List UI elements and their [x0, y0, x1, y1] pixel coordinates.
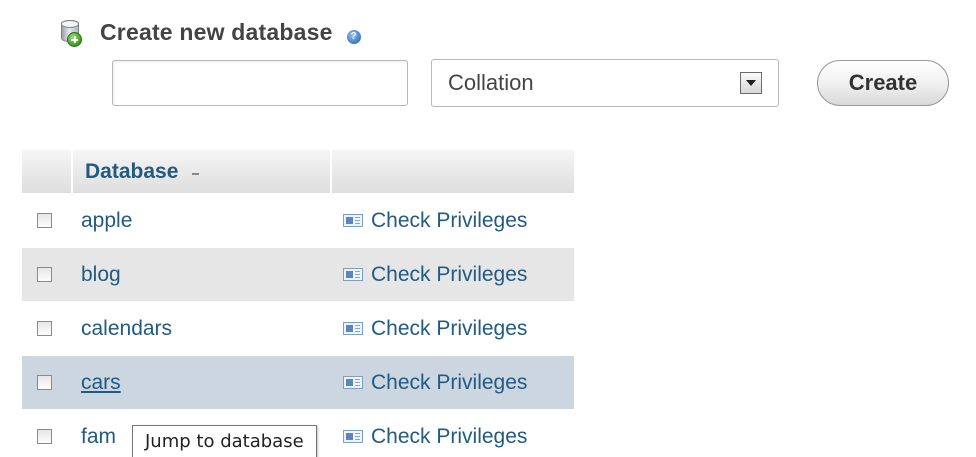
table-row: cars Check Privileges	[22, 355, 574, 410]
check-privileges-link[interactable]: Check Privileges	[331, 371, 574, 395]
database-name-link[interactable]: apple	[72, 209, 132, 233]
database-name-link[interactable]: cars	[72, 371, 121, 395]
privileges-icon	[343, 376, 363, 389]
database-list-page: Create new database ? Collation Create D…	[0, 0, 976, 457]
row-checkbox[interactable]	[37, 375, 52, 390]
collation-selected-value: Collation	[448, 70, 534, 95]
database-add-icon	[58, 17, 84, 47]
database-name-link[interactable]: blog	[72, 263, 121, 287]
sort-ascending-icon	[192, 172, 200, 175]
check-privileges-link[interactable]: Check Privileges	[331, 425, 574, 449]
table-row: calendars Check Privileges	[22, 301, 574, 356]
database-table: Database apple Check Privileges blog Che…	[22, 150, 574, 457]
header-actions	[331, 150, 574, 194]
collation-select[interactable]: Collation	[431, 59, 779, 107]
header-checkbox-cell	[22, 150, 73, 194]
create-button[interactable]: Create	[817, 60, 949, 106]
database-name-input[interactable]	[112, 60, 408, 106]
check-privileges-label[interactable]: Check Privileges	[371, 209, 527, 233]
row-checkbox[interactable]	[37, 321, 52, 336]
check-privileges-label[interactable]: Check Privileges	[371, 371, 527, 395]
check-privileges-label[interactable]: Check Privileges	[371, 263, 527, 287]
table-row: apple Check Privileges	[22, 193, 574, 248]
check-privileges-link[interactable]: Check Privileges	[331, 263, 574, 287]
chevron-down-icon[interactable]	[740, 72, 762, 94]
check-privileges-label[interactable]: Check Privileges	[371, 317, 527, 341]
create-database-heading: Create new database ?	[58, 12, 361, 52]
check-privileges-label[interactable]: Check Privileges	[371, 425, 527, 449]
privileges-icon	[343, 268, 363, 281]
database-name-link[interactable]: calendars	[72, 317, 172, 341]
row-checkbox[interactable]	[37, 213, 52, 228]
row-checkbox[interactable]	[37, 267, 52, 282]
jump-to-database-tooltip: Jump to database	[132, 425, 317, 457]
privileges-icon	[343, 322, 363, 335]
privileges-icon	[343, 430, 363, 443]
row-checkbox[interactable]	[37, 429, 52, 444]
privileges-icon	[343, 214, 363, 227]
table-header-row: Database	[22, 150, 574, 194]
database-name-link[interactable]: fam	[72, 425, 116, 449]
header-database-label[interactable]: Database	[73, 160, 178, 183]
check-privileges-link[interactable]: Check Privileges	[331, 317, 574, 341]
check-privileges-link[interactable]: Check Privileges	[331, 209, 574, 233]
table-row: blog Check Privileges	[22, 247, 574, 302]
create-database-title: Create new database	[100, 18, 333, 45]
help-icon[interactable]: ?	[346, 30, 361, 44]
header-database[interactable]: Database	[72, 150, 332, 194]
